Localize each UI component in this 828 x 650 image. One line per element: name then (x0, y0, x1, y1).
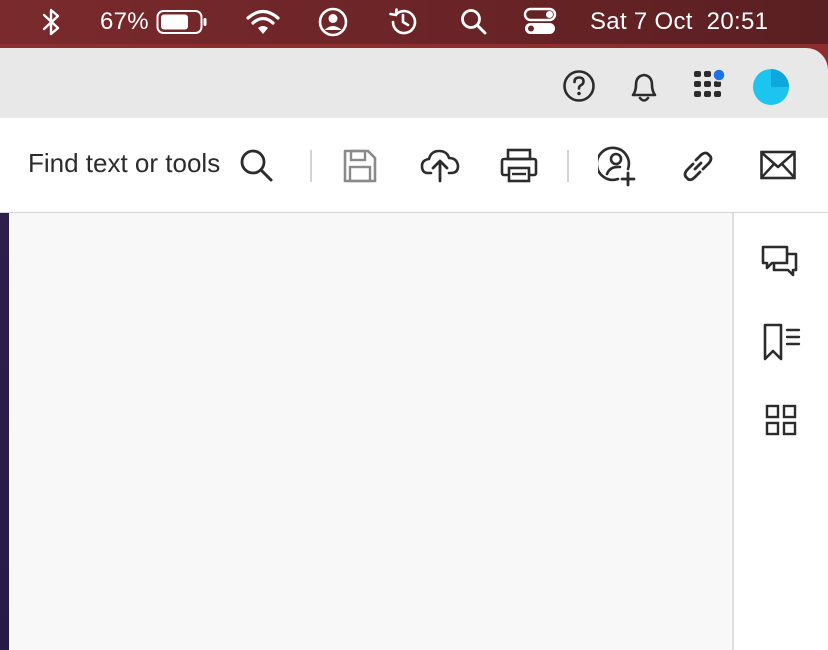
battery-percent-label: 67% (100, 8, 149, 35)
document-canvas[interactable] (9, 213, 732, 650)
wifi-icon[interactable] (245, 0, 281, 44)
save-icon[interactable] (341, 147, 379, 190)
comments-icon[interactable] (760, 243, 800, 288)
notifications-bell-icon[interactable] (627, 69, 661, 110)
tools-toolbar: Find text or tools (0, 118, 828, 213)
email-icon[interactable] (759, 149, 797, 186)
find-text-or-tools-input[interactable]: Find text or tools (28, 148, 220, 179)
search-icon[interactable] (238, 147, 276, 190)
help-icon[interactable] (562, 69, 596, 108)
apps-grid-icon[interactable] (691, 68, 729, 111)
desktop-background-edge (0, 213, 9, 650)
battery-icon[interactable] (156, 0, 208, 44)
share-with-people-icon[interactable] (595, 145, 638, 192)
clock-datetime[interactable]: Sat 7 Oct 20:51 (590, 0, 768, 44)
toolbar-divider (567, 150, 569, 182)
app-header-backdrop (0, 44, 828, 118)
control-center-icon[interactable] (523, 0, 557, 44)
bluetooth-icon[interactable] (38, 0, 64, 44)
copy-link-icon[interactable] (679, 147, 717, 190)
app-header (0, 48, 828, 118)
print-icon[interactable] (499, 147, 539, 190)
profile-avatar-icon[interactable] (752, 68, 790, 111)
toolbar-divider (310, 150, 312, 182)
time-machine-icon[interactable] (387, 0, 419, 44)
spotlight-search-icon[interactable] (459, 0, 489, 44)
cloud-upload-icon[interactable] (419, 145, 461, 190)
macos-menu-bar: 67% Sat 7 Oct 20:51 (0, 0, 828, 44)
user-account-icon[interactable] (317, 0, 349, 44)
right-side-panel (732, 213, 828, 650)
thumbnails-grid-icon[interactable] (765, 404, 797, 441)
bookmarks-icon[interactable] (761, 321, 803, 368)
apps-badge-dot (712, 68, 726, 82)
